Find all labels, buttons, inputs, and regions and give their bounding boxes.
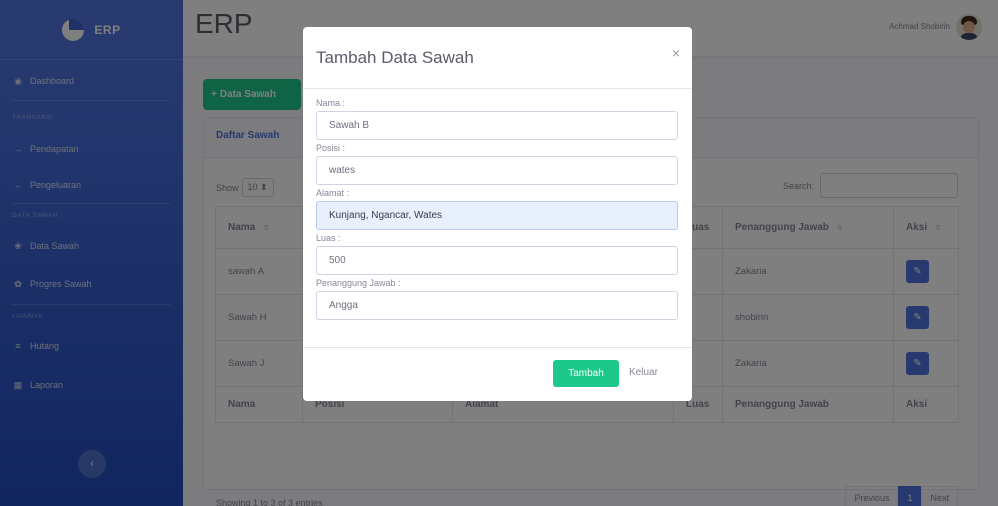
luas-label: Luas :: [316, 233, 341, 243]
tambah-button[interactable]: Tambah: [553, 360, 619, 387]
luas-input[interactable]: 500: [316, 246, 678, 275]
modal-footer: Tambah Keluar: [303, 347, 692, 401]
posisi-input[interactable]: wates: [316, 156, 678, 185]
alamat-label: Alamat :: [316, 188, 350, 198]
modal-header: Tambah Data Sawah: [303, 27, 692, 89]
modal-body: Nama : Sawah B Posisi : wates Alamat : K…: [303, 89, 692, 320]
close-icon[interactable]: ×: [672, 45, 680, 61]
keluar-button[interactable]: Keluar: [629, 367, 658, 378]
alamat-input[interactable]: Kunjang, Ngancar, Wates: [316, 201, 678, 230]
posisi-label: Posisi :: [316, 143, 346, 153]
nama-input[interactable]: Sawah B: [316, 111, 678, 140]
add-sawah-modal: Tambah Data Sawah × Nama : Sawah B Posis…: [303, 27, 692, 401]
penanggung-jawab-label: Penanggung Jawab :: [316, 278, 401, 288]
modal-title: Tambah Data Sawah: [316, 47, 474, 67]
nama-label: Nama :: [316, 98, 346, 108]
penanggung-jawab-input[interactable]: Angga: [316, 291, 678, 320]
